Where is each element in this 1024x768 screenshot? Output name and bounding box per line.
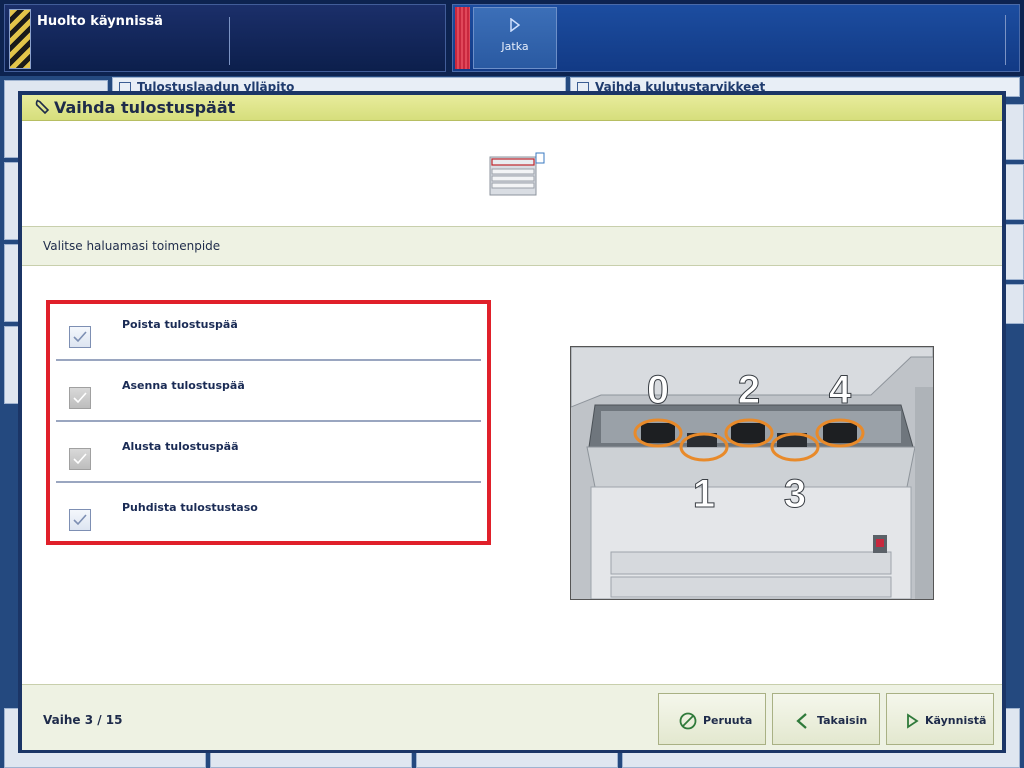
start-label: Käynnistä — [925, 714, 987, 727]
continue-label: Jatka — [501, 40, 529, 53]
printhead-number-4: 4 — [829, 368, 852, 412]
instruction-text: Valitse haluamasi toimenpide — [43, 239, 221, 253]
option-label: Alusta tulostuspää — [122, 440, 239, 453]
top-bar: Huolto käynnissä Jatka — [0, 0, 1024, 76]
option-install-printhead: Asenna tulostuspää — [56, 368, 481, 422]
wrench-icon — [34, 99, 50, 115]
checkbox — [69, 387, 91, 409]
printhead-number-1: 1 — [693, 472, 715, 516]
back-label: Takaisin — [817, 714, 868, 727]
play-icon — [903, 712, 921, 730]
maintenance-warning-icon — [9, 9, 31, 69]
options-list: Poista tulostuspää Asenna tulostuspää Al… — [46, 300, 491, 545]
background-item[interactable] — [1004, 284, 1024, 324]
chevron-left-icon — [793, 712, 811, 730]
background-item[interactable] — [1004, 164, 1024, 220]
option-remove-printhead[interactable]: Poista tulostuspää — [56, 307, 481, 361]
instruction-band: Valitse haluamasi toimenpide — [22, 226, 1002, 266]
printhead-location-image: 0 2 4 1 3 — [570, 346, 934, 600]
option-clean-print-platen[interactable]: Puhdista tulostustaso — [56, 490, 481, 544]
continue-button[interactable]: Jatka — [473, 7, 557, 69]
cancel-button[interactable]: Peruuta — [658, 693, 766, 745]
printhead-number-0: 0 — [647, 368, 669, 412]
dialog-title: Vaihda tulostuspäät — [54, 98, 236, 117]
background-item[interactable] — [1004, 224, 1024, 280]
replace-printheads-dialog: Vaihda tulostuspäät Valitse haluamasi to… — [18, 91, 1006, 753]
command-panel: Jatka — [452, 4, 1020, 72]
status-panel: Huolto käynnissä — [4, 4, 446, 72]
back-button[interactable]: Takaisin — [772, 693, 880, 745]
printhead-number-2: 2 — [738, 368, 760, 412]
dialog-footer: Vaihe 3 / 15 Peruuta Takaisin Käynnistä — [22, 684, 1002, 750]
background-item[interactable] — [1004, 104, 1024, 160]
option-label: Poista tulostuspää — [122, 318, 238, 331]
printer-icon — [486, 151, 546, 199]
start-button[interactable]: Käynnistä — [886, 693, 994, 745]
step-indicator: Vaihe 3 / 15 — [43, 713, 123, 727]
status-title: Huolto käynnissä — [37, 14, 163, 29]
dialog-title-bar: Vaihda tulostuspäät — [22, 95, 1002, 121]
cancel-label: Peruuta — [703, 714, 753, 727]
option-initialize-printhead: Alusta tulostuspää — [56, 429, 481, 483]
checkbox — [69, 448, 91, 470]
play-icon — [474, 17, 556, 36]
divider — [1005, 15, 1006, 65]
divider — [229, 17, 230, 65]
option-label: Puhdista tulostustaso — [122, 501, 258, 514]
printhead-number-3: 3 — [784, 472, 806, 516]
checkbox[interactable] — [69, 509, 91, 531]
checkbox[interactable] — [69, 326, 91, 348]
cancel-icon — [679, 712, 697, 730]
status-strip — [455, 7, 470, 69]
option-label: Asenna tulostuspää — [122, 379, 245, 392]
